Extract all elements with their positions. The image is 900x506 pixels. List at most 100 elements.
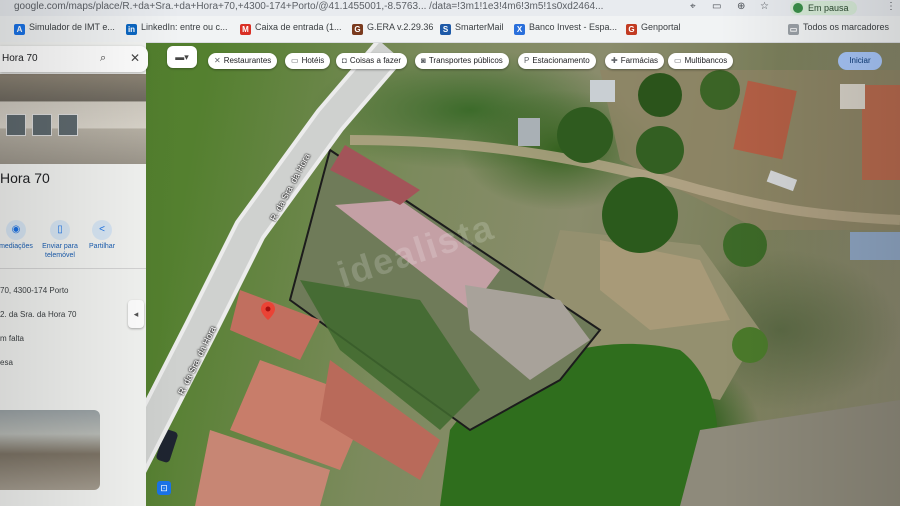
bed-icon: ▭: [291, 56, 299, 65]
photo-window: [32, 114, 52, 136]
bookmark-favicon-icon: G: [352, 24, 363, 35]
rooftop: [590, 80, 615, 102]
camera-icon: ◘: [342, 56, 347, 65]
chip-restaurants[interactable]: ✕ Restaurantes: [208, 53, 278, 69]
star-icon[interactable]: ☆: [760, 1, 769, 12]
location-pin-icon[interactable]: [261, 302, 275, 320]
tree: [602, 177, 678, 253]
bookmark-label: LinkedIn: entre ou c...: [141, 22, 228, 32]
rooftop: [518, 118, 540, 146]
chip-label: Estacionamento: [532, 56, 590, 65]
action-share[interactable]: < Partilhar: [82, 220, 122, 251]
action-label: mediações: [0, 243, 33, 250]
bookmark-item[interactable]: G Genportal: [626, 22, 681, 35]
bookmark-favicon-icon: A: [14, 24, 25, 35]
collapse-panel-button[interactable]: ◂: [128, 300, 144, 328]
action-label: Enviar para telemóvel: [42, 243, 78, 259]
place-photo[interactable]: [0, 74, 146, 164]
chip-label: Coisas a fazer: [349, 56, 401, 65]
action-label: Partilhar: [88, 243, 116, 250]
info-line[interactable]: esa: [0, 358, 13, 367]
bookmark-item[interactable]: M Caixa de entrada (1...: [240, 22, 342, 35]
rooftop: [850, 232, 900, 260]
close-icon[interactable]: ✕: [130, 51, 140, 65]
rooftop: [862, 85, 900, 180]
photo-window: [6, 114, 26, 136]
bookmark-item[interactable]: in LinkedIn: entre ou c...: [126, 22, 228, 35]
bookmark-label: Simulador de IMT e...: [29, 22, 115, 32]
browser-window: R. da Sra. da Hora R. da Sra. da Hora id…: [0, 0, 900, 506]
address-bar[interactable]: google.com/maps/place/R.+da+Sra.+da+Hora…: [0, 0, 900, 16]
bookmark-item[interactable]: A Simulador de IMT e...: [14, 22, 115, 35]
action-send-to-phone[interactable]: ▯ Enviar para telemóvel: [40, 220, 80, 260]
place-title: Hora 70: [0, 170, 50, 186]
search-icon[interactable]: ⌕: [100, 52, 106, 65]
menu-icon[interactable]: ⋮: [886, 1, 896, 12]
bookmark-favicon-icon: M: [240, 24, 251, 35]
place-panel: Hora 70 ◉ mediações ▯ Enviar para telemó…: [0, 42, 146, 506]
bookmark-label: Genportal: [641, 22, 681, 32]
chip-label: Farmácias: [620, 56, 659, 65]
all-bookmarks[interactable]: ▭ Todos os marcadores: [788, 22, 889, 35]
address-line[interactable]: 70, 4300-174 Porto: [0, 286, 69, 295]
location-icon[interactable]: ⌖: [690, 1, 696, 12]
chip-label: Restaurantes: [223, 56, 272, 65]
chip-pharmacies[interactable]: ✚ Farmácias: [605, 53, 665, 69]
search-input[interactable]: Hora 70: [2, 53, 38, 64]
pharmacy-icon: ✚: [611, 56, 618, 65]
pin-icon: ◉: [6, 220, 26, 240]
zoom-icon[interactable]: ⊕: [737, 1, 745, 12]
bookmark-label: G.ERA v.2.29.36: [367, 22, 434, 32]
tree: [732, 327, 768, 363]
photo-thumbnail[interactable]: [0, 410, 100, 490]
chip-label: Multibancos: [684, 56, 728, 65]
folder-icon: ▭: [788, 24, 799, 35]
address-line[interactable]: 2. da Sra. da Hora 70: [0, 310, 77, 319]
layers-button[interactable]: ▬▾: [167, 46, 197, 68]
bookmark-favicon-icon: G: [626, 24, 637, 35]
bookmark-favicon-icon: X: [514, 24, 525, 35]
tree: [557, 107, 613, 163]
bookmark-label: SmarterMail: [455, 22, 504, 32]
train-icon: ◙: [421, 56, 426, 65]
chip-atms[interactable]: ▭ Multibancos: [668, 53, 734, 69]
tree: [636, 126, 684, 174]
chip-things-to-do[interactable]: ◘ Coisas a fazer: [336, 53, 407, 69]
rooftop: [840, 84, 865, 109]
action-nearby[interactable]: ◉ mediações: [0, 220, 36, 251]
chip-label: Hotéis: [301, 56, 325, 65]
tree: [723, 223, 767, 267]
car: [156, 429, 178, 463]
sign-in-button[interactable]: Iniciar: [838, 52, 882, 70]
tree: [638, 73, 682, 117]
chip-parking[interactable]: P Estacionamento: [518, 53, 596, 69]
chip-hotels[interactable]: ▭ Hotéis: [285, 53, 331, 69]
profile-chip[interactable]: Em pausa: [790, 1, 857, 15]
avatar: [793, 3, 803, 13]
search-box[interactable]: Hora 70 ⌕ ✕: [0, 46, 148, 72]
parking-icon: P: [524, 56, 530, 65]
fork-icon: ✕: [214, 56, 221, 65]
phone-icon: ▯: [50, 220, 70, 240]
bookmark-favicon-icon: in: [126, 24, 137, 35]
bookmark-item[interactable]: G G.ERA v.2.29.36: [352, 22, 433, 35]
bus-stop-icon[interactable]: ⊡: [157, 481, 171, 495]
bookmark-item[interactable]: X Banco Invest - Espa...: [514, 22, 617, 35]
bookmark-favicon-icon: S: [440, 24, 451, 35]
info-line[interactable]: m falta: [0, 334, 24, 343]
layers-icon: ▬▾: [175, 52, 189, 62]
screen-icon[interactable]: ▭: [712, 1, 721, 12]
bookmark-label: Banco Invest - Espa...: [529, 22, 618, 32]
chip-label: Transportes públicos: [428, 56, 503, 65]
share-icon: <: [92, 220, 112, 240]
all-bookmarks-label: Todos os marcadores: [803, 22, 890, 32]
divider: [0, 268, 146, 269]
atm-icon: ▭: [674, 56, 682, 65]
bookmarks-bar: A Simulador de IMT e... in LinkedIn: entre…: [0, 16, 900, 43]
bookmark-label: Caixa de entrada (1...: [255, 22, 342, 32]
tree: [700, 70, 740, 110]
bookmark-item[interactable]: S SmarterMail: [440, 22, 504, 35]
chip-transit[interactable]: ◙ Transportes públicos: [415, 53, 509, 69]
url-text[interactable]: google.com/maps/place/R.+da+Sra.+da+Hora…: [14, 1, 674, 12]
profile-label: Em pausa: [808, 3, 849, 13]
